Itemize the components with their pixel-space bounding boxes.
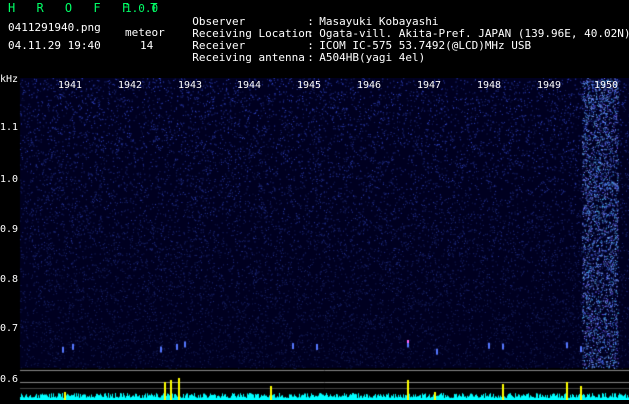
y-tick-label: 1.1 <box>0 122 19 133</box>
meteor-count: 14 <box>140 39 154 52</box>
x-tick-label: 1945 <box>297 80 322 91</box>
x-tick-label: 1942 <box>118 80 143 91</box>
x-tick-label: 1950 <box>594 80 619 91</box>
meta-row-antenna: Receiving antenna: A504HB(yagi 4el) <box>192 51 426 64</box>
x-tick-label: 1943 <box>178 80 203 91</box>
y-tick-label: 0.9 <box>0 224 19 235</box>
y-unit-label: kHz <box>0 74 19 85</box>
x-tick-label: 1946 <box>357 80 382 91</box>
y-tick-label: 1.0 <box>0 174 19 185</box>
x-tick-label: 1947 <box>417 80 442 91</box>
y-tick-label: 0.6 <box>0 374 19 385</box>
x-tick-label: 1949 <box>537 80 562 91</box>
app-version: 1.0.0 <box>125 2 159 15</box>
spectrogram-canvas <box>0 78 629 400</box>
x-tick-label: 1944 <box>237 80 262 91</box>
date-time: 04.11.29 19:40 <box>8 39 101 52</box>
meteor-label: meteor <box>125 26 165 39</box>
file-name: 0411291940.png <box>8 21 101 34</box>
x-tick-label: 1948 <box>477 80 502 91</box>
y-tick-label: 0.7 <box>0 323 19 334</box>
y-tick-label: 0.8 <box>0 274 19 285</box>
spectrogram-panel <box>0 78 629 400</box>
meta-key: Receiving antenna <box>192 51 305 64</box>
meta-value: A504HB(yagi 4el) <box>319 51 426 64</box>
x-tick-label: 1941 <box>58 80 83 91</box>
